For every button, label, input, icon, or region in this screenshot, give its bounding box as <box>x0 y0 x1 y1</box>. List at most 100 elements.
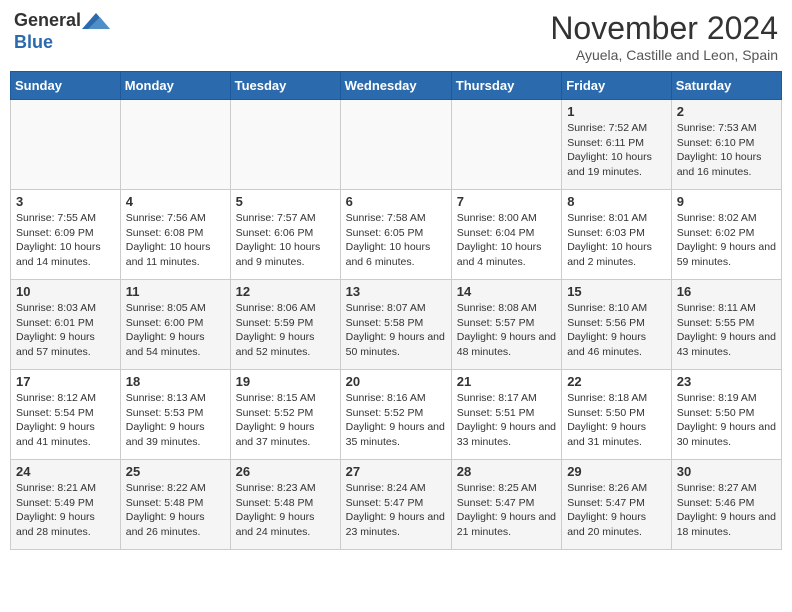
day-number: 21 <box>457 374 556 389</box>
calendar-cell: 6 Sunrise: 7:58 AM Sunset: 6:05 PM Daylig… <box>340 190 451 280</box>
day-number: 20 <box>346 374 446 389</box>
logo-icon <box>82 11 110 31</box>
day-number: 22 <box>567 374 666 389</box>
day-info: Sunrise: 8:12 AM Sunset: 5:54 PM Dayligh… <box>16 391 115 450</box>
day-number: 14 <box>457 284 556 299</box>
day-number: 24 <box>16 464 115 479</box>
calendar-cell: 1Sunrise: 7:52 AM Sunset: 6:11 PM Daylig… <box>562 100 672 190</box>
calendar-cell: 14 Sunrise: 8:08 AM Sunset: 5:57 PM Dayli… <box>451 280 561 370</box>
calendar-cell: 29 Sunrise: 8:26 AM Sunset: 5:47 PM Dayli… <box>562 460 672 550</box>
day-number: 12 <box>236 284 335 299</box>
calendar-cell: 4 Sunrise: 7:56 AM Sunset: 6:08 PM Daylig… <box>120 190 230 280</box>
day-info: Sunrise: 8:16 AM Sunset: 5:52 PM Dayligh… <box>346 391 446 450</box>
day-number: 29 <box>567 464 666 479</box>
day-number: 2 <box>677 104 776 119</box>
day-number: 4 <box>126 194 225 209</box>
calendar-cell: 13Sunrise: 8:07 AM Sunset: 5:58 PM Dayli… <box>340 280 451 370</box>
day-number: 28 <box>457 464 556 479</box>
day-info: Sunrise: 8:08 AM Sunset: 5:57 PM Dayligh… <box>457 301 556 360</box>
calendar-cell: 21 Sunrise: 8:17 AM Sunset: 5:51 PM Dayli… <box>451 370 561 460</box>
day-info: Sunrise: 8:22 AM Sunset: 5:48 PM Dayligh… <box>126 481 225 540</box>
day-info: Sunrise: 8:27 AM Sunset: 5:46 PM Dayligh… <box>677 481 776 540</box>
calendar-cell: 9Sunrise: 8:02 AM Sunset: 6:02 PM Daylig… <box>671 190 781 280</box>
calendar-cell: 25 Sunrise: 8:22 AM Sunset: 5:48 PM Dayli… <box>120 460 230 550</box>
calendar-cell: 10 Sunrise: 8:03 AM Sunset: 6:01 PM Dayli… <box>11 280 121 370</box>
calendar-week-row: 1Sunrise: 7:52 AM Sunset: 6:11 PM Daylig… <box>11 100 782 190</box>
day-info: Sunrise: 8:19 AM Sunset: 5:50 PM Dayligh… <box>677 391 776 450</box>
day-info: Sunrise: 7:58 AM Sunset: 6:05 PM Dayligh… <box>346 211 446 270</box>
calendar-cell: 26 Sunrise: 8:23 AM Sunset: 5:48 PM Dayli… <box>230 460 340 550</box>
weekday-header: Saturday <box>671 72 781 100</box>
day-number: 30 <box>677 464 776 479</box>
logo-line2: Blue <box>14 32 110 54</box>
day-info: Sunrise: 8:21 AM Sunset: 5:49 PM Dayligh… <box>16 481 115 540</box>
calendar-cell <box>230 100 340 190</box>
day-info: Sunrise: 8:24 AM Sunset: 5:47 PM Dayligh… <box>346 481 446 540</box>
calendar-cell: 20 Sunrise: 8:16 AM Sunset: 5:52 PM Dayli… <box>340 370 451 460</box>
day-info: Sunrise: 8:00 AM Sunset: 6:04 PM Dayligh… <box>457 211 556 270</box>
day-number: 25 <box>126 464 225 479</box>
calendar-cell: 28Sunrise: 8:25 AM Sunset: 5:47 PM Dayli… <box>451 460 561 550</box>
day-info: Sunrise: 8:26 AM Sunset: 5:47 PM Dayligh… <box>567 481 666 540</box>
day-number: 27 <box>346 464 446 479</box>
location: Ayuela, Castille and Leon, Spain <box>550 47 778 63</box>
day-number: 3 <box>16 194 115 209</box>
day-info: Sunrise: 7:52 AM Sunset: 6:11 PM Dayligh… <box>567 121 666 180</box>
day-info: Sunrise: 8:06 AM Sunset: 5:59 PM Dayligh… <box>236 301 335 360</box>
calendar-cell: 7 Sunrise: 8:00 AM Sunset: 6:04 PM Daylig… <box>451 190 561 280</box>
day-info: Sunrise: 8:03 AM Sunset: 6:01 PM Dayligh… <box>16 301 115 360</box>
calendar-cell: 19 Sunrise: 8:15 AM Sunset: 5:52 PM Dayli… <box>230 370 340 460</box>
weekday-header: Wednesday <box>340 72 451 100</box>
calendar-cell: 12 Sunrise: 8:06 AM Sunset: 5:59 PM Dayli… <box>230 280 340 370</box>
month-title: November 2024 <box>550 10 778 47</box>
day-info: Sunrise: 7:53 AM Sunset: 6:10 PM Dayligh… <box>677 121 776 180</box>
weekday-header: Sunday <box>11 72 121 100</box>
day-number: 16 <box>677 284 776 299</box>
logo: General Blue <box>14 10 110 53</box>
day-number: 5 <box>236 194 335 209</box>
calendar-cell: 22Sunrise: 8:18 AM Sunset: 5:50 PM Dayli… <box>562 370 672 460</box>
logo-text: General Blue <box>14 10 110 53</box>
calendar-week-row: 24 Sunrise: 8:21 AM Sunset: 5:49 PM Dayli… <box>11 460 782 550</box>
day-number: 17 <box>16 374 115 389</box>
calendar-cell: 24 Sunrise: 8:21 AM Sunset: 5:49 PM Dayli… <box>11 460 121 550</box>
day-info: Sunrise: 8:11 AM Sunset: 5:55 PM Dayligh… <box>677 301 776 360</box>
day-info: Sunrise: 8:01 AM Sunset: 6:03 PM Dayligh… <box>567 211 666 270</box>
day-number: 18 <box>126 374 225 389</box>
day-info: Sunrise: 8:05 AM Sunset: 6:00 PM Dayligh… <box>126 301 225 360</box>
day-number: 19 <box>236 374 335 389</box>
day-number: 10 <box>16 284 115 299</box>
day-info: Sunrise: 8:23 AM Sunset: 5:48 PM Dayligh… <box>236 481 335 540</box>
weekday-header: Thursday <box>451 72 561 100</box>
day-number: 8 <box>567 194 666 209</box>
calendar-cell: 5 Sunrise: 7:57 AM Sunset: 6:06 PM Daylig… <box>230 190 340 280</box>
calendar-week-row: 3Sunrise: 7:55 AM Sunset: 6:09 PM Daylig… <box>11 190 782 280</box>
header-row: SundayMondayTuesdayWednesdayThursdayFrid… <box>11 72 782 100</box>
calendar-cell: 3Sunrise: 7:55 AM Sunset: 6:09 PM Daylig… <box>11 190 121 280</box>
calendar-cell: 16 Sunrise: 8:11 AM Sunset: 5:55 PM Dayli… <box>671 280 781 370</box>
day-info: Sunrise: 8:07 AM Sunset: 5:58 PM Dayligh… <box>346 301 446 360</box>
calendar-cell: 17 Sunrise: 8:12 AM Sunset: 5:54 PM Dayli… <box>11 370 121 460</box>
day-number: 26 <box>236 464 335 479</box>
calendar-cell <box>340 100 451 190</box>
day-info: Sunrise: 8:10 AM Sunset: 5:56 PM Dayligh… <box>567 301 666 360</box>
weekday-header: Friday <box>562 72 672 100</box>
calendar-cell: 23 Sunrise: 8:19 AM Sunset: 5:50 PM Dayli… <box>671 370 781 460</box>
calendar-week-row: 10 Sunrise: 8:03 AM Sunset: 6:01 PM Dayli… <box>11 280 782 370</box>
day-info: Sunrise: 8:15 AM Sunset: 5:52 PM Dayligh… <box>236 391 335 450</box>
day-info: Sunrise: 8:13 AM Sunset: 5:53 PM Dayligh… <box>126 391 225 450</box>
day-info: Sunrise: 8:17 AM Sunset: 5:51 PM Dayligh… <box>457 391 556 450</box>
day-number: 6 <box>346 194 446 209</box>
day-info: Sunrise: 7:56 AM Sunset: 6:08 PM Dayligh… <box>126 211 225 270</box>
day-number: 23 <box>677 374 776 389</box>
calendar-cell: 27 Sunrise: 8:24 AM Sunset: 5:47 PM Dayli… <box>340 460 451 550</box>
calendar-week-row: 17 Sunrise: 8:12 AM Sunset: 5:54 PM Dayli… <box>11 370 782 460</box>
weekday-header: Monday <box>120 72 230 100</box>
day-number: 11 <box>126 284 225 299</box>
calendar-cell <box>120 100 230 190</box>
day-number: 9 <box>677 194 776 209</box>
calendar-cell <box>451 100 561 190</box>
day-number: 15 <box>567 284 666 299</box>
day-info: Sunrise: 7:57 AM Sunset: 6:06 PM Dayligh… <box>236 211 335 270</box>
day-number: 7 <box>457 194 556 209</box>
